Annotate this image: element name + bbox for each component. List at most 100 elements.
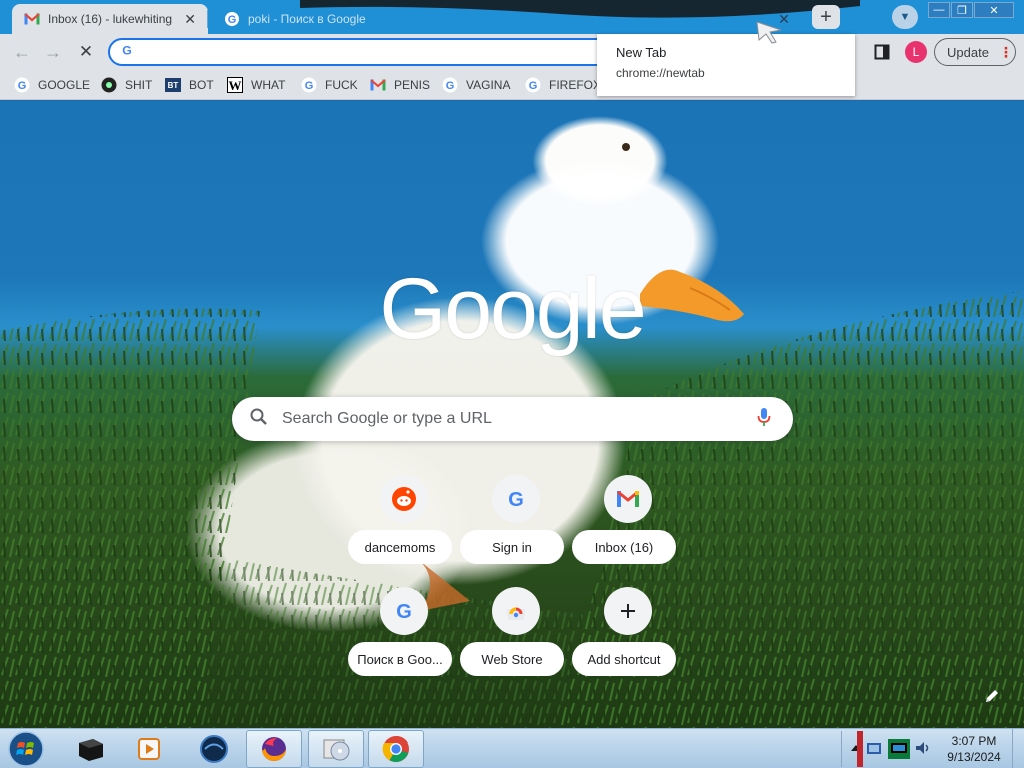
show-desktop-button[interactable] <box>1012 729 1024 768</box>
shortcut-dancemoms[interactable]: dancemoms <box>348 475 460 567</box>
svg-text:G: G <box>305 80 314 92</box>
svg-text:G: G <box>228 14 237 26</box>
system-clock[interactable]: 3:07 PM 9/13/2024 <box>940 733 1008 765</box>
update-button[interactable]: Update ⋮ <box>934 38 1016 66</box>
shortcut-label: Web Store <box>460 642 564 676</box>
bookmark-label: SHIT <box>125 78 153 92</box>
svg-text:W: W <box>229 78 242 93</box>
taskbar-app-cube[interactable] <box>62 730 118 768</box>
tab-strip: Inbox (16) - lukewhiting ✕ G poki - Поис… <box>0 0 1024 34</box>
shortcut-inbox[interactable]: Inbox (16) <box>572 475 684 567</box>
google-icon: G <box>224 11 240 27</box>
bookmark-google[interactable]: G GOOGLE <box>14 76 90 94</box>
menu-icon[interactable]: ⋮ <box>999 44 1013 61</box>
svg-text:G: G <box>508 489 524 510</box>
cube-icon <box>79 739 103 761</box>
hover-card-url: chrome://newtab <box>616 66 705 80</box>
bookmark-fuck[interactable]: G FUCK <box>301 76 358 94</box>
bookmark-label: PENIS <box>394 78 431 92</box>
forward-button[interactable]: → <box>41 40 65 64</box>
shortcut-label: Add shortcut <box>572 642 676 676</box>
new-tab-page: Google Search Google or type a URL dance… <box>0 101 1024 728</box>
hover-card-title: New Tab <box>616 45 667 60</box>
google-icon: G <box>442 77 458 93</box>
shortcut-label: Поиск в Goo... <box>348 642 452 676</box>
bookmark-bot[interactable]: BT BOT <box>165 76 214 94</box>
bookmarks-bar: G GOOGLE SHIT BT BOT W WHAT G FUCK PENIS… <box>0 70 1024 100</box>
maximize-button[interactable]: ❐ <box>951 2 973 18</box>
bookmark-shit[interactable]: SHIT <box>101 76 152 94</box>
bookmark-firefox[interactable]: G FIREFOX <box>525 76 601 94</box>
close-window-button[interactable]: ✕ <box>974 2 1014 18</box>
chrome-icon <box>382 735 409 762</box>
shortcut-label: Sign in <box>460 530 564 564</box>
shortcut-sign-in[interactable]: G Sign in <box>460 475 572 567</box>
tab-search-button[interactable]: ▼ <box>892 5 918 29</box>
tab-poki-search[interactable]: G poki - Поиск в Google ✕ <box>212 4 802 34</box>
bt-icon: BT <box>165 77 181 93</box>
taskbar-globe-app[interactable] <box>186 730 242 768</box>
firefox-icon <box>262 737 286 761</box>
monitor-icon[interactable] <box>888 739 910 759</box>
svg-text:G: G <box>446 80 455 92</box>
shit-icon <box>101 77 117 93</box>
minimize-button[interactable]: — <box>928 2 950 18</box>
svg-text:G: G <box>396 601 412 622</box>
tab-inbox[interactable]: Inbox (16) - lukewhiting ✕ <box>12 4 208 34</box>
network-icon[interactable] <box>866 739 884 757</box>
side-panel-icon[interactable] <box>874 44 890 60</box>
bookmark-label: FUCK <box>325 78 358 92</box>
close-icon[interactable]: ✕ <box>182 11 198 28</box>
shortcut-poisk[interactable]: G Поиск в Goo... <box>348 587 460 679</box>
svg-text:G: G <box>122 43 132 57</box>
tab-hover-card: New Tab chrome://newtab <box>597 34 855 96</box>
stop-loading-button[interactable]: ✕ <box>74 40 98 64</box>
disc-icon <box>323 739 350 761</box>
bookmark-label: VAGINA <box>466 78 511 92</box>
shortcut-web-store[interactable]: Web Store <box>460 587 572 679</box>
gmail-icon <box>24 11 40 27</box>
toolbar: ← → ✕ G L Update ⋮ <box>0 34 1024 70</box>
google-icon: G <box>492 475 540 523</box>
google-logo: Google <box>379 261 646 357</box>
svg-text:G: G <box>18 80 27 92</box>
bookmark-penis[interactable]: PENIS <box>370 76 430 94</box>
svg-text:G: G <box>529 80 538 92</box>
bookmark-label: WHAT <box>251 78 286 92</box>
plus-icon <box>604 587 652 635</box>
start-button[interactable] <box>4 730 48 768</box>
bookmark-label: BOT <box>189 78 214 92</box>
svg-text:BT: BT <box>168 81 179 90</box>
shortcut-label: dancemoms <box>348 530 452 564</box>
globe-icon <box>200 735 228 763</box>
gmail-icon <box>604 475 652 523</box>
taskbar-chrome[interactable] <box>368 730 424 768</box>
tab-title: poki - Поиск в Google <box>248 12 366 26</box>
microphone-icon[interactable] <box>757 407 771 432</box>
address-input[interactable] <box>142 44 642 60</box>
shortcut-add[interactable]: Add shortcut <box>572 587 684 679</box>
back-button[interactable]: ← <box>10 40 34 64</box>
pencil-icon[interactable] <box>982 686 1002 706</box>
volume-icon[interactable] <box>914 739 932 757</box>
new-tab-button[interactable]: + <box>812 5 840 29</box>
bookmark-vagina[interactable]: G VAGINA <box>442 76 510 94</box>
profile-avatar[interactable]: L <box>905 41 927 63</box>
google-icon: G <box>380 587 428 635</box>
search-icon <box>250 408 268 431</box>
ntp-search-box[interactable]: Search Google or type a URL <box>232 397 793 441</box>
google-icon: G <box>120 43 134 62</box>
taskbar-media-player[interactable] <box>122 730 178 768</box>
tab-divider <box>207 10 208 28</box>
clock-time: 3:07 PM <box>951 734 997 748</box>
gmail-icon <box>370 77 386 93</box>
taskbar-firefox[interactable] <box>246 730 302 768</box>
media-player-icon <box>138 738 160 760</box>
reddit-icon <box>380 475 428 523</box>
bookmark-what[interactable]: W WHAT <box>227 76 285 94</box>
search-placeholder: Search Google or type a URL <box>282 410 492 427</box>
shortcut-label: Inbox (16) <box>572 530 676 564</box>
taskbar-disc-app[interactable] <box>308 730 364 768</box>
tray-divider <box>841 731 842 767</box>
mouse-cursor-icon <box>756 21 782 44</box>
